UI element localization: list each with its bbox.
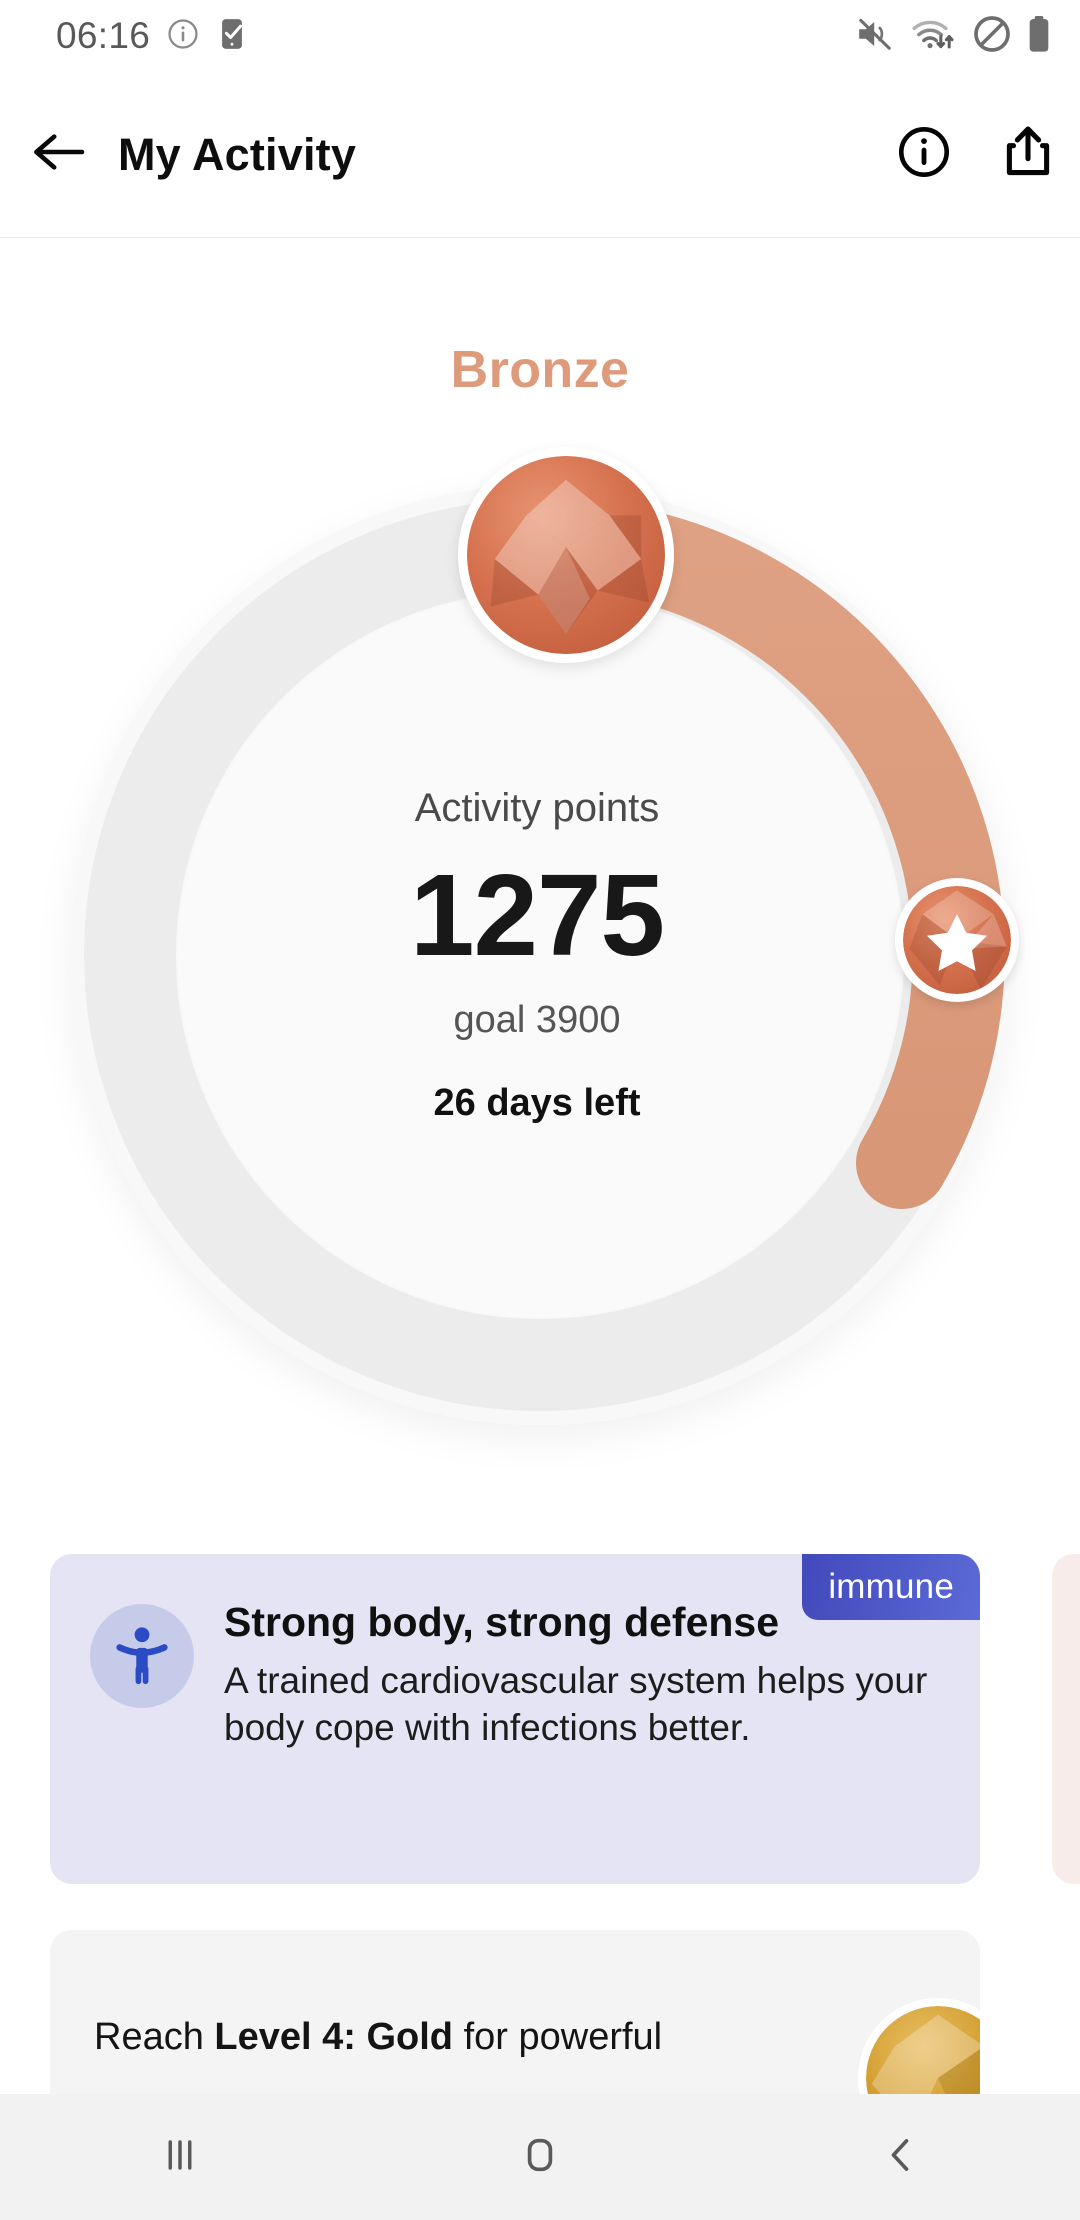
bronze-gem-icon bbox=[467, 456, 665, 654]
benefit-card-next[interactable] bbox=[1052, 1554, 1080, 1884]
page-title: My Activity bbox=[118, 128, 357, 180]
share-button[interactable] bbox=[976, 123, 1080, 186]
activity-points-value: 1275 bbox=[409, 849, 665, 980]
battery-full-icon bbox=[1026, 14, 1052, 59]
back-button[interactable] bbox=[0, 129, 118, 180]
accessibility-person-icon bbox=[90, 1604, 194, 1708]
activity-points-label: Activity points bbox=[414, 785, 660, 830]
info-button[interactable] bbox=[872, 123, 976, 186]
next-level-text: Reach Level 4: Gold for powerful bbox=[94, 2012, 744, 2063]
bronze-gem-marker[interactable] bbox=[458, 447, 674, 663]
back-chevron-icon bbox=[874, 2129, 926, 2186]
status-bar-clock: 06:16 bbox=[56, 15, 151, 56]
next-level-text-prefix: Reach bbox=[94, 2016, 215, 2058]
benefit-card-carousel[interactable]: immune Strong body, strong defense A tra… bbox=[0, 1554, 1080, 1890]
app-bar: My Activity bbox=[0, 72, 1080, 238]
activity-progress-ring[interactable]: Activity points 1275 goal 3900 26 days l… bbox=[40, 447, 1040, 1495]
days-left-label: 26 days left bbox=[433, 1081, 641, 1124]
benefit-card-text: Strong body, strong defense A trained ca… bbox=[224, 1598, 946, 1751]
back-arrow-icon bbox=[30, 129, 88, 180]
share-icon bbox=[1001, 123, 1055, 186]
status-bar: 06:16 bbox=[0, 0, 1080, 72]
mute-icon bbox=[854, 15, 896, 58]
benefit-card-description: A trained cardiovascular system helps yo… bbox=[224, 1659, 928, 1748]
home-button[interactable] bbox=[450, 2094, 630, 2220]
home-icon bbox=[514, 2129, 566, 2186]
info-circle-icon bbox=[895, 123, 953, 186]
recents-icon bbox=[154, 2129, 206, 2186]
back-button-nav[interactable] bbox=[810, 2094, 990, 2220]
recents-button[interactable] bbox=[90, 2094, 270, 2220]
star-icon bbox=[903, 886, 1011, 994]
benefit-card[interactable]: immune Strong body, strong defense A tra… bbox=[50, 1554, 980, 1884]
wifi-data-transfer-icon bbox=[910, 15, 958, 58]
system-nav-bar bbox=[0, 2094, 1080, 2220]
status-bar-right bbox=[854, 14, 1052, 59]
level-label: Bronze bbox=[450, 341, 630, 399]
status-badge: immune bbox=[802, 1554, 980, 1620]
next-level-text-bold: Level 4: Gold bbox=[214, 2016, 454, 2058]
status-bar-left: 06:16 bbox=[56, 15, 248, 57]
info-circle-icon bbox=[166, 17, 200, 56]
do-not-disturb-icon bbox=[972, 14, 1012, 59]
milestone-star-marker[interactable] bbox=[895, 878, 1019, 1002]
next-level-text-suffix: for powerful bbox=[453, 2016, 663, 2058]
activity-points-goal: goal 3900 bbox=[453, 998, 621, 1041]
device-checkmark-icon bbox=[216, 17, 248, 56]
